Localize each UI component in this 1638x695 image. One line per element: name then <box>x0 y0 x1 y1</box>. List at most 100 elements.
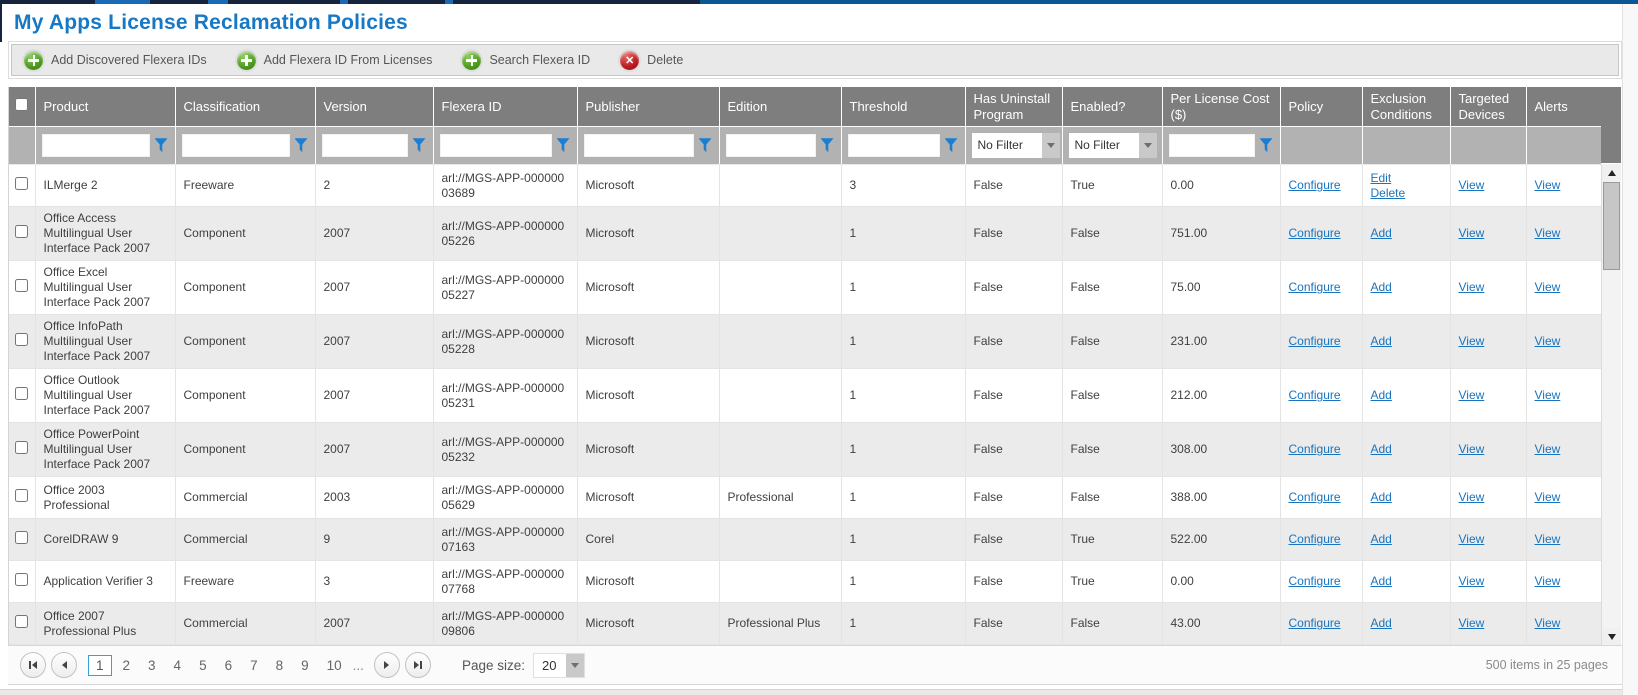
last-page-button[interactable] <box>405 652 431 678</box>
row-checkbox[interactable] <box>15 225 28 238</box>
row-checkbox[interactable] <box>15 531 28 544</box>
alerts-view-link[interactable]: View <box>1535 388 1561 402</box>
row-checkbox[interactable] <box>15 333 28 346</box>
column-header-alerts[interactable]: Alerts <box>1526 87 1602 127</box>
exclusion-add-link[interactable]: Add <box>1371 280 1392 295</box>
targeted-devices-view-link[interactable]: View <box>1459 442 1485 456</box>
column-header-product[interactable]: Product <box>35 87 175 127</box>
targeted-devices-view-link[interactable]: View <box>1459 532 1485 546</box>
alerts-view-link[interactable]: View <box>1535 280 1561 294</box>
row-checkbox[interactable] <box>15 489 28 502</box>
alerts-view-link[interactable]: View <box>1535 490 1561 504</box>
exclusion-add-link[interactable]: Add <box>1371 226 1392 241</box>
policy-configure-link[interactable]: Configure <box>1289 226 1341 240</box>
add-flexera-id-from-licenses-button[interactable]: Add Flexera ID From Licenses <box>237 51 433 70</box>
scrollbar-track[interactable] <box>1601 164 1621 645</box>
row-checkbox[interactable] <box>15 387 28 400</box>
exclusion-add-link[interactable]: Add <box>1371 388 1392 403</box>
page-number-8[interactable]: 8 <box>269 655 291 676</box>
page-size-select[interactable]: 20 <box>533 653 585 678</box>
column-header-per-license-cost[interactable]: Per License Cost ($) <box>1162 87 1280 127</box>
filter-input-edition[interactable] <box>726 134 816 157</box>
filter-input-per-license-cost[interactable] <box>1169 134 1255 157</box>
policy-configure-link[interactable]: Configure <box>1289 388 1341 402</box>
filter-funnel-icon[interactable] <box>1260 138 1274 153</box>
alerts-view-link[interactable]: View <box>1535 616 1561 630</box>
select-all-checkbox[interactable] <box>15 98 28 111</box>
exclusion-add-link[interactable]: Add <box>1371 334 1392 349</box>
prev-page-button[interactable] <box>51 652 77 678</box>
alerts-view-link[interactable]: View <box>1535 574 1561 588</box>
filter-funnel-icon[interactable] <box>945 138 959 153</box>
policy-configure-link[interactable]: Configure <box>1289 178 1341 192</box>
page-number-1[interactable]: 1 <box>88 655 112 676</box>
page-number-2[interactable]: 2 <box>116 655 138 676</box>
filter-funnel-icon[interactable] <box>699 138 713 153</box>
policy-configure-link[interactable]: Configure <box>1289 574 1341 588</box>
scroll-up-button[interactable] <box>1602 164 1621 181</box>
row-checkbox[interactable] <box>15 615 28 628</box>
page-number-7[interactable]: 7 <box>243 655 265 676</box>
alerts-view-link[interactable]: View <box>1535 178 1561 192</box>
page-number-4[interactable]: 4 <box>167 655 189 676</box>
filter-funnel-icon[interactable] <box>557 138 571 153</box>
exclusion-add-link[interactable]: Add <box>1371 616 1392 631</box>
scroll-down-button[interactable] <box>1602 628 1621 645</box>
filter-input-product[interactable] <box>42 134 150 157</box>
search-flexera-id-button[interactable]: Search Flexera ID <box>462 51 590 70</box>
column-header-has-uninstall-program[interactable]: Has Uninstall Program <box>965 87 1062 127</box>
targeted-devices-view-link[interactable]: View <box>1459 616 1485 630</box>
filter-funnel-icon[interactable] <box>155 138 169 153</box>
column-header-edition[interactable]: Edition <box>719 87 841 127</box>
page-number-5[interactable]: 5 <box>192 655 214 676</box>
filter-input-threshold[interactable] <box>848 134 940 157</box>
policy-configure-link[interactable]: Configure <box>1289 442 1341 456</box>
alerts-view-link[interactable]: View <box>1535 334 1561 348</box>
exclusion-add-link[interactable]: Add <box>1371 574 1392 589</box>
targeted-devices-view-link[interactable]: View <box>1459 388 1485 402</box>
page-number-6[interactable]: 6 <box>218 655 240 676</box>
chevron-down-icon[interactable] <box>566 654 584 677</box>
filter-input-version[interactable] <box>322 134 408 157</box>
exclusion-delete-link[interactable]: Delete <box>1371 186 1406 201</box>
alerts-view-link[interactable]: View <box>1535 226 1561 240</box>
targeted-devices-view-link[interactable]: View <box>1459 178 1485 192</box>
chevron-down-icon[interactable] <box>1042 133 1060 158</box>
column-header-threshold[interactable]: Threshold <box>841 87 965 127</box>
row-checkbox[interactable] <box>15 279 28 292</box>
policy-configure-link[interactable]: Configure <box>1289 490 1341 504</box>
filter-funnel-icon[interactable] <box>295 138 309 153</box>
column-header-publisher[interactable]: Publisher <box>577 87 719 127</box>
filter-input-classification[interactable] <box>182 134 290 157</box>
exclusion-edit-link[interactable]: Edit <box>1371 171 1392 186</box>
targeted-devices-view-link[interactable]: View <box>1459 334 1485 348</box>
row-checkbox[interactable] <box>15 441 28 454</box>
policy-configure-link[interactable]: Configure <box>1289 280 1341 294</box>
targeted-devices-view-link[interactable]: View <box>1459 574 1485 588</box>
targeted-devices-view-link[interactable]: View <box>1459 490 1485 504</box>
filter-input-publisher[interactable] <box>584 134 694 157</box>
alerts-view-link[interactable]: View <box>1535 532 1561 546</box>
column-header-enabled[interactable]: Enabled? <box>1062 87 1162 127</box>
alerts-view-link[interactable]: View <box>1535 442 1561 456</box>
exclusion-add-link[interactable]: Add <box>1371 532 1392 547</box>
filter-funnel-icon[interactable] <box>821 138 835 153</box>
filter-select-enabled[interactable]: No Filter <box>1069 133 1157 158</box>
targeted-devices-view-link[interactable]: View <box>1459 280 1485 294</box>
exclusion-add-link[interactable]: Add <box>1371 442 1392 457</box>
policy-configure-link[interactable]: Configure <box>1289 532 1341 546</box>
filter-select-has-uninstall-program[interactable]: No Filter <box>972 133 1060 158</box>
vertical-scrollbar[interactable] <box>1601 87 1621 645</box>
column-header-exclusion-conditions[interactable]: Exclusion Conditions <box>1362 87 1450 127</box>
policy-configure-link[interactable]: Configure <box>1289 616 1341 630</box>
chevron-down-icon[interactable] <box>1139 133 1157 158</box>
page-number-9[interactable]: 9 <box>294 655 316 676</box>
delete-button[interactable]: Delete <box>620 51 683 70</box>
policy-configure-link[interactable]: Configure <box>1289 334 1341 348</box>
column-header-version[interactable]: Version <box>315 87 433 127</box>
add-discovered-flexera-ids-button[interactable]: Add Discovered Flexera IDs <box>24 51 207 70</box>
scrollbar-thumb[interactable] <box>1603 182 1620 270</box>
page-number-10[interactable]: 10 <box>320 655 349 676</box>
column-header-policy[interactable]: Policy <box>1280 87 1362 127</box>
filter-input-flexera-id[interactable] <box>440 134 552 157</box>
